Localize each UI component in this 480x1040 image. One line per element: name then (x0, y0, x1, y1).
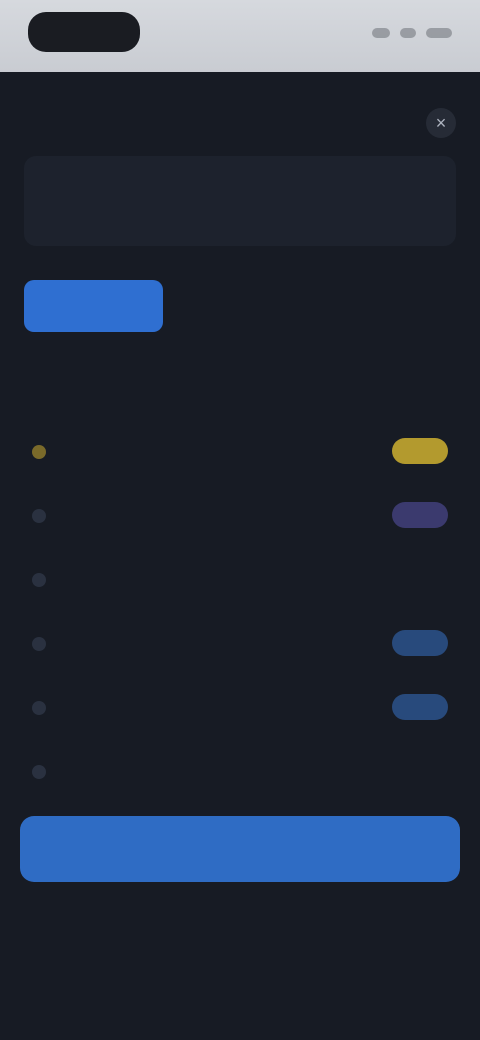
item-badge (392, 694, 448, 720)
status-icons (362, 24, 452, 42)
status-dot-icon (32, 573, 46, 587)
secondary-action-button[interactable] (140, 896, 340, 940)
status-time-pill (28, 12, 140, 52)
close-button[interactable]: × (426, 108, 456, 138)
item-badge (392, 502, 448, 528)
status-dot-icon (32, 509, 46, 523)
battery-icon (426, 28, 452, 38)
wifi-icon (400, 28, 416, 38)
signal-icon (372, 28, 390, 38)
status-bar (0, 0, 480, 72)
segmented-tabs (24, 280, 456, 332)
close-icon: × (435, 112, 447, 133)
status-dot-icon (32, 765, 46, 779)
item-badge (392, 438, 448, 464)
list-item[interactable] (24, 612, 456, 676)
tab-1[interactable] (24, 280, 163, 332)
primary-action-button[interactable] (20, 816, 460, 882)
item-badge (392, 630, 448, 656)
status-dot-icon (32, 637, 46, 651)
status-dot-icon (32, 445, 46, 459)
tab-3[interactable] (317, 280, 456, 332)
list-item[interactable] (24, 420, 456, 484)
list-item[interactable] (24, 484, 456, 548)
sheet-header: × (24, 98, 456, 158)
status-dot-icon (32, 701, 46, 715)
list-item[interactable] (24, 740, 456, 804)
tab-2[interactable] (171, 280, 310, 332)
option-list (24, 420, 456, 804)
intro-card (24, 156, 456, 246)
list-item[interactable] (24, 548, 456, 612)
list-item[interactable] (24, 676, 456, 740)
